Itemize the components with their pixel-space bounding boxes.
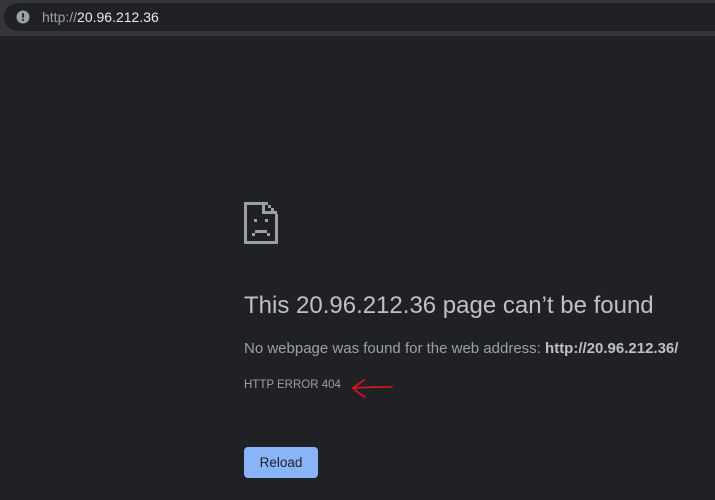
browser-toolbar: http://20.96.212.36 [0,0,715,36]
address-bar[interactable]: http://20.96.212.36 [4,3,715,31]
url-scheme: http:// [42,9,78,25]
reload-button[interactable]: Reload [244,447,318,478]
error-code: HTTP ERROR 404 [244,379,341,391]
error-message-address: http://20.96.212.36/ [545,340,679,357]
sad-file-icon [244,202,278,244]
red-arrow-annotation [352,379,393,398]
url-host: 20.96.212.36 [77,9,159,25]
error-title: This 20.96.212.36 page can’t be found [244,292,654,319]
error-message: No webpage was found for the web address… [244,340,678,358]
error-message-text: No webpage was found for the web address… [244,340,546,357]
url-text[interactable]: http://20.96.212.36 [42,9,159,25]
info-icon[interactable] [16,10,30,24]
